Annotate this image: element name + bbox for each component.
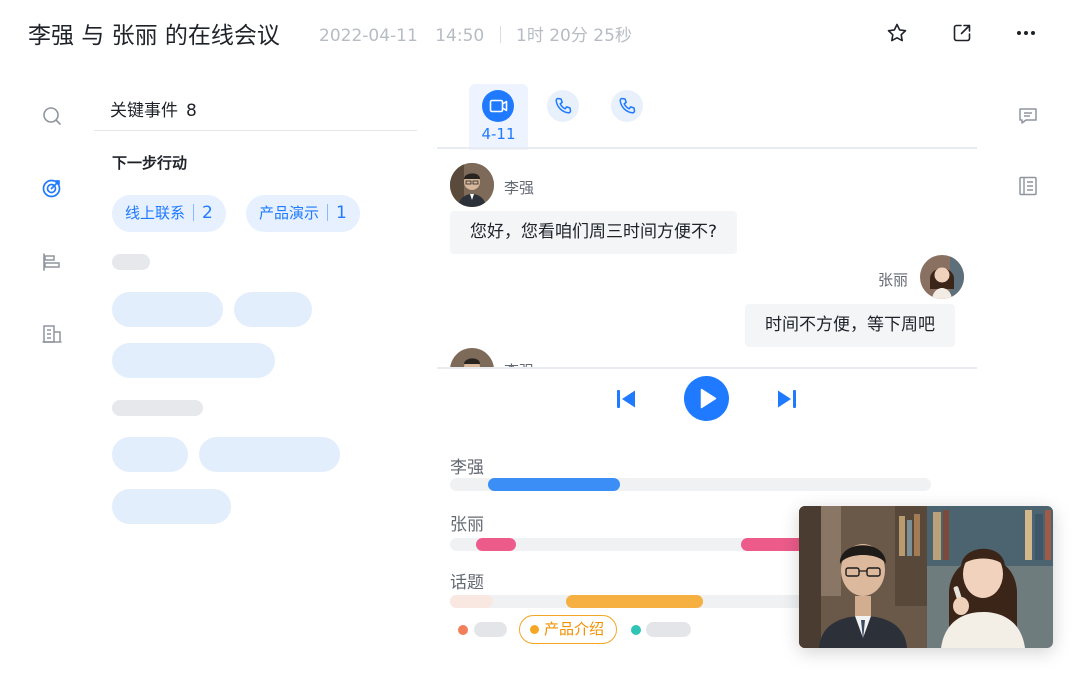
placeholder-chip [112,292,223,327]
placeholder-chip [112,437,188,472]
target-icon[interactable] [40,176,64,200]
tab-video[interactable]: 4-11 [469,84,528,150]
track-label: 张丽 [450,515,484,535]
phone-icon[interactable] [611,90,643,122]
next-icon[interactable] [775,387,799,411]
topic-legend-dot [458,625,468,635]
play-icon[interactable] [684,376,729,421]
topic-legend-dot [631,625,641,635]
chip-label: 产品演示 [259,204,320,222]
previous-icon[interactable] [614,387,638,411]
avatar-zhangli [920,255,964,299]
chat-transcript[interactable]: 李强 您好，您看咱们周三时间方便不? 张丽 时间不方便，等下周吧 李强 [437,149,977,367]
comment-icon[interactable] [1017,105,1039,127]
placeholder-chip [234,292,312,327]
speaker-name: 张丽 [878,271,909,289]
phone-icon[interactable] [547,90,579,122]
topic-label: 产品介绍 [544,620,605,638]
topic-legend-placeholder[interactable] [646,622,691,637]
placeholder-chip [199,437,340,472]
building-icon[interactable] [40,322,64,346]
speaker-name: 李强 [504,360,534,367]
speech-segment[interactable] [488,478,620,491]
chat-divider [437,367,977,369]
meeting-meta: 2022-04-11 14:50 1时 20分 25秒 [319,21,632,46]
avatar-liqiang [450,163,494,207]
meeting-title: 李强 与 张丽 的在线会议 [28,23,280,49]
key-events-label: 关键事件 [110,101,178,121]
chip-product-demo[interactable]: 产品演示 1 [246,195,360,232]
track-label: 李强 [450,458,484,478]
topic-chip-product-intro[interactable]: 产品介绍 [519,615,617,644]
meta-divider [499,26,501,43]
placeholder-heading [112,254,150,270]
meeting-time: 14:50 [435,26,485,46]
chip-divider [327,204,329,221]
topic-segment[interactable] [566,595,703,608]
message-bubble: 您好，您看咱们周三时间方便不? [450,211,738,254]
meeting-date: 2022-04-11 [319,26,418,46]
chip-divider [193,204,195,221]
chip-count: 1 [336,203,347,223]
star-icon[interactable] [885,21,909,45]
video-icon [482,90,514,122]
speech-segment[interactable] [476,538,516,551]
placeholder-chip [112,343,275,378]
key-events-title: 关键事件 8 [110,96,197,121]
chip-online-contact[interactable]: 线上联系 2 [112,195,226,232]
track-label: 话题 [450,573,484,593]
meeting-duration: 1时 20分 25秒 [516,26,632,46]
next-steps-heading: 下一步行动 [112,154,188,172]
key-events-count: 8 [186,101,197,121]
share-icon[interactable] [950,21,974,45]
speaker-name: 李强 [504,179,535,197]
placeholder-chip [112,489,231,524]
meeting-header: 李强 与 张丽 的在线会议 2022-04-11 14:50 1时 20分 25… [0,0,1080,66]
avatar-liqiang [450,348,494,367]
topic-dot [530,625,539,634]
chip-label: 线上联系 [125,204,186,222]
search-icon[interactable] [40,104,64,128]
track-liqiang[interactable] [450,478,931,491]
divider [94,130,417,131]
chip-count: 2 [202,203,213,223]
more-icon[interactable] [1014,21,1038,45]
placeholder-heading [112,400,203,416]
topic-segment[interactable] [450,595,493,608]
video-preview[interactable] [799,506,1053,648]
bar-align-icon[interactable] [40,250,64,274]
notes-icon[interactable] [1017,175,1039,197]
topic-legend-placeholder[interactable] [474,622,507,637]
message-bubble: 时间不方便，等下周吧 [745,304,955,347]
tab-date-label: 4-11 [481,125,516,143]
